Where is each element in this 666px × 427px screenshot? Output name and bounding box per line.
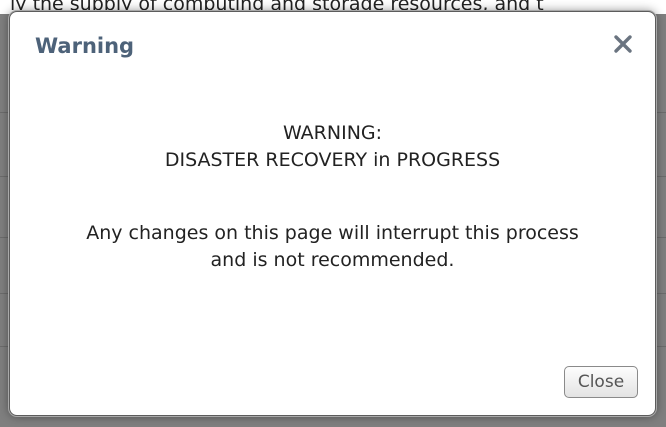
message-line: DISASTER RECOVERY in PROGRESS	[164, 149, 501, 171]
warning-message: WARNING: DISASTER RECOVERY in PROGRESS A…	[10, 120, 655, 274]
message-line: and is not recommended.	[210, 249, 455, 271]
dialog-title: Warning	[35, 34, 135, 58]
close-icon[interactable]	[611, 32, 635, 56]
close-button[interactable]: Close	[564, 366, 638, 398]
message-line: Any changes on this page will interrupt …	[86, 222, 579, 244]
message-line: WARNING:	[282, 122, 383, 144]
warning-dialog: Warning WARNING: DISASTER RECOVERY in PR…	[9, 11, 656, 416]
